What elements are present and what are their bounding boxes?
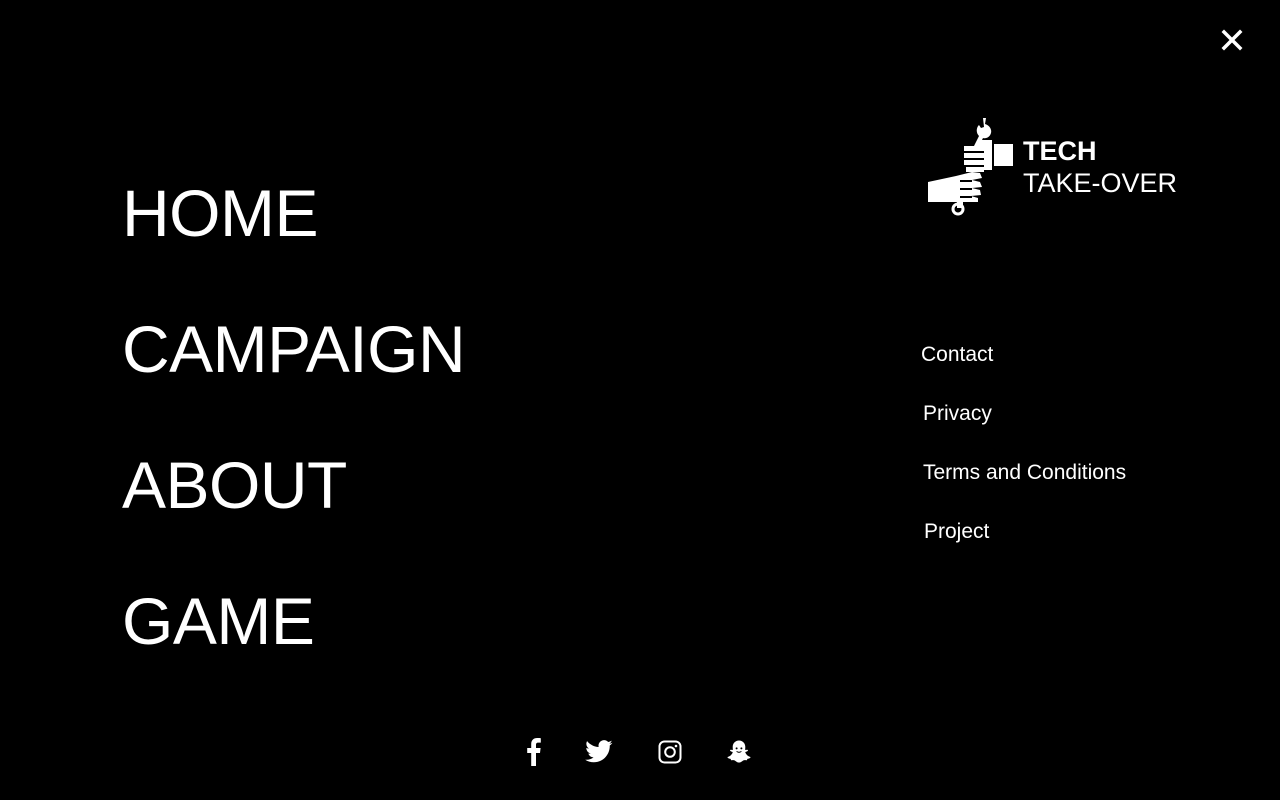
nav-item-campaign[interactable]: CAMPAIGN	[122, 316, 466, 382]
brand-logo[interactable]: TECH TAKE-OVER	[926, 116, 1177, 216]
snapchat-link[interactable]	[726, 738, 752, 765]
link-project[interactable]: Project	[924, 520, 989, 544]
link-privacy[interactable]: Privacy	[923, 402, 992, 426]
facebook-icon	[527, 738, 541, 766]
link-contact[interactable]: Contact	[921, 343, 993, 367]
nav-item-home[interactable]: HOME	[122, 180, 319, 246]
wrench-hands-logo-icon	[928, 118, 1013, 216]
close-icon	[1221, 29, 1243, 51]
snapchat-icon	[727, 740, 751, 763]
close-button[interactable]	[1218, 26, 1246, 54]
logo-line-tech: TECH	[1023, 136, 1097, 166]
instagram-link[interactable]	[658, 738, 682, 764]
menu-overlay: HOME CAMPAIGN ABOUT GAME TECH TAKE-OVER …	[0, 0, 1280, 800]
logo-line-takeover: TAKE-OVER	[1023, 168, 1178, 198]
twitter-icon	[585, 740, 613, 763]
nav-item-about[interactable]: ABOUT	[122, 452, 347, 518]
logo-text: TECH TAKE-OVER	[1023, 135, 1177, 199]
facebook-link[interactable]	[526, 738, 542, 766]
twitter-link[interactable]	[585, 738, 613, 764]
instagram-icon	[658, 740, 682, 764]
link-terms-and-conditions[interactable]: Terms and Conditions	[923, 461, 1126, 485]
nav-item-game[interactable]: GAME	[122, 588, 315, 654]
